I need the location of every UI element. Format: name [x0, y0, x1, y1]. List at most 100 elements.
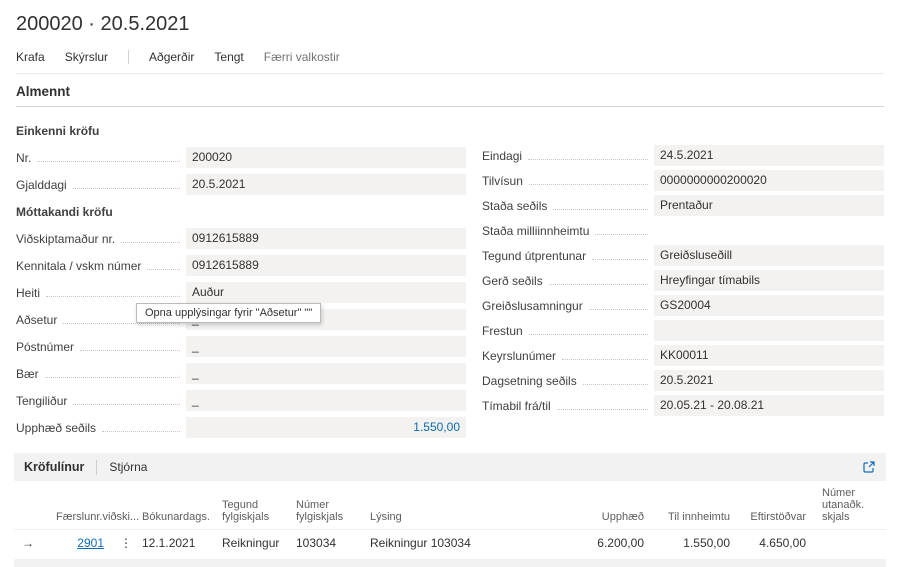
group-heading-mottakandi-krofu: Móttakandi kröfu [16, 198, 466, 225]
field-label: Dagsetning seðils [482, 374, 577, 388]
field-label: Eindagi [482, 149, 522, 163]
field-label: Heiti [16, 286, 40, 300]
menu-item-faerri-valkostir[interactable]: Færri valkostir [264, 50, 340, 64]
field-value-tegund-utprentunar[interactable]: Greiðsluseðill [654, 245, 884, 266]
tab-kroefulinur[interactable]: Kröfulínur [24, 460, 84, 474]
general-fields: Einkenni kröfu Nr. 200020 Gjalddagi 20.5… [16, 117, 884, 441]
dotted-leader [549, 276, 648, 285]
dotted-leader [562, 351, 648, 360]
field-value-gerd-sedils[interactable]: Hreyfingar tímabils [654, 270, 884, 291]
fields-column-left: Einkenni kröfu Nr. 200020 Gjalddagi 20.5… [16, 117, 466, 441]
field-row-tegund-utprentunar: Tegund útprentunar Greiðsluseðill [482, 243, 884, 268]
field-label: Staða milliinnheimtu [482, 224, 589, 238]
field-label: Gerð seðils [482, 274, 543, 288]
column-header-eftirstodvar[interactable]: Eftirstöðvar [738, 481, 814, 530]
field-row-timabil: Tímabil frá/til 20.05.21 - 20.08.21 [482, 393, 884, 418]
field-tooltip: Opna upplýsingar fyrir "Aðsetur" "" [136, 303, 321, 323]
field-value-dagsetning-sedils[interactable]: 20.5.2021 [654, 370, 884, 391]
field-value-nr[interactable]: 200020 [186, 147, 466, 168]
field-value-postnumer[interactable]: _ [186, 336, 466, 357]
dotted-leader [37, 153, 180, 162]
expand-lines-button[interactable] [862, 460, 876, 474]
dotted-leader [46, 288, 180, 297]
menu-item-stjorna[interactable]: Stjórna [109, 460, 147, 474]
field-value-frestun[interactable] [654, 320, 884, 341]
dotted-leader [73, 180, 180, 189]
field-row-vidskiptamadur-nr: Viðskiptamaður nr. 0912615889 [16, 225, 466, 252]
fields-column-right: Eindagi 24.5.2021 Tilvísun 0000000000200… [482, 117, 884, 441]
lines-table: Færslunr.viðski... Bókunardags. Tegund f… [14, 481, 886, 556]
column-header-faerslunr[interactable]: Færslunr.viðski... [48, 481, 112, 530]
column-header-numer-utanadk[interactable]: Númer utanaðk. skjals [814, 481, 886, 530]
column-header-tegund-fylgiskjals[interactable]: Tegund fylgiskjals [214, 481, 288, 530]
page-title: 200020 · 20.5.2021 [16, 0, 884, 45]
field-value-stada-milliinnheimtu[interactable] [654, 220, 884, 241]
dotted-leader [592, 251, 648, 260]
field-row-frestun: Frestun [482, 318, 884, 343]
field-label: Greiðslusamningur [482, 299, 583, 313]
group-heading-einkenni-krofu: Einkenni kröfu [16, 117, 466, 144]
field-value-tengilidur[interactable]: _ [186, 390, 466, 411]
dotted-leader [73, 396, 180, 405]
field-value-timabil[interactable]: 20.05.21 - 20.08.21 [654, 395, 884, 416]
field-row-tengilidur: Tengiliður _ [16, 387, 466, 414]
field-row-gjalddagi: Gjalddagi 20.5.2021 [16, 171, 466, 198]
menu-item-adgerdir[interactable]: Aðgerðir [149, 50, 194, 64]
field-label: Aðsetur [16, 313, 57, 327]
field-label: Gjalddagi [16, 178, 67, 192]
field-label: Tegund útprentunar [482, 249, 586, 263]
column-header-lysing[interactable]: Lýsing [362, 481, 560, 530]
field-label: Nr. [16, 151, 31, 165]
dotted-leader [45, 369, 180, 378]
field-row-kennitala: Kennitala / vskm númer 0912615889 [16, 252, 466, 279]
field-label: Bær [16, 367, 39, 381]
expand-icon [862, 460, 876, 474]
field-value-greidslusamningur[interactable]: GS20004 [654, 295, 884, 316]
group-heading-label: Móttakandi kröfu [16, 205, 113, 219]
dotted-leader [528, 151, 648, 160]
field-value-gjalddagi[interactable]: 20.5.2021 [186, 174, 466, 195]
column-header-til-innheimtu[interactable]: Til innheimtu [652, 481, 738, 530]
dotted-leader [583, 376, 648, 385]
field-label: Kennitala / vskm númer [16, 259, 141, 273]
field-label: Frestun [482, 324, 523, 338]
field-row-dagsetning-sedils: Dagsetning seðils 20.5.2021 [482, 368, 884, 393]
field-value-upphaed-sedils[interactable]: 1.550,00 [186, 417, 466, 438]
column-header-upphaed[interactable]: Upphæð [560, 481, 652, 530]
kroefulinur-card: Kröfulínur Stjórna Færslunr.viðski... Bó… [14, 453, 886, 567]
dotted-leader [595, 226, 648, 235]
column-header-bokunardags[interactable]: Bókunardags. [134, 481, 214, 530]
field-label: Keyrslunúmer [482, 349, 556, 363]
field-value-stada-sedils[interactable]: Prentaður [654, 195, 884, 216]
field-row-stada-sedils: Staða seðils Prentaður [482, 193, 884, 218]
field-value-heiti[interactable]: Auður [186, 282, 466, 303]
field-label: Upphæð seðils [16, 421, 96, 435]
section-title-almennt: Almennt [16, 74, 884, 107]
column-header-numer-fylgiskjals[interactable]: Númer fylgiskjals [288, 481, 362, 530]
field-row-heiti: Heiti Auður [16, 279, 466, 306]
dotted-leader [102, 423, 180, 432]
field-value-vidskiptamadur-nr[interactable]: 0912615889 [186, 228, 466, 249]
lines-card-header: Kröfulínur Stjórna [14, 453, 886, 481]
faerslunr-link[interactable]: 2901 [77, 536, 104, 550]
menu-item-skyrslur[interactable]: Skýrslur [65, 50, 108, 64]
field-value-keyrslunumer[interactable]: KK00011 [654, 345, 884, 366]
menu-item-krafa[interactable]: Krafa [16, 50, 45, 64]
dotted-leader [529, 326, 648, 335]
field-label: Viðskiptamaður nr. [16, 232, 115, 246]
page: 200020 · 20.5.2021 Krafa Skýrslur Aðgerð… [0, 0, 900, 441]
field-row-tilvisun: Tilvísun 0000000000200020 [482, 168, 884, 193]
field-value-kennitala[interactable]: 0912615889 [186, 255, 466, 276]
field-row-postnumer: Póstnúmer _ [16, 333, 466, 360]
menu-item-tengt[interactable]: Tengt [214, 50, 243, 64]
field-value-eindagi[interactable]: 24.5.2021 [654, 145, 884, 166]
field-value-baer[interactable]: _ [186, 363, 466, 384]
menu-divider [128, 50, 129, 64]
field-row-baer: Bær _ [16, 360, 466, 387]
field-label: Tengiliður [16, 394, 67, 408]
field-label: Tilvísun [482, 174, 523, 188]
field-row-upphaed-sedils: Upphæð seðils 1.550,00 [16, 414, 466, 441]
field-row-gerd-sedils: Gerð seðils Hreyfingar tímabils [482, 268, 884, 293]
field-value-tilvisun[interactable]: 0000000000200020 [654, 170, 884, 191]
dotted-leader [147, 261, 180, 270]
